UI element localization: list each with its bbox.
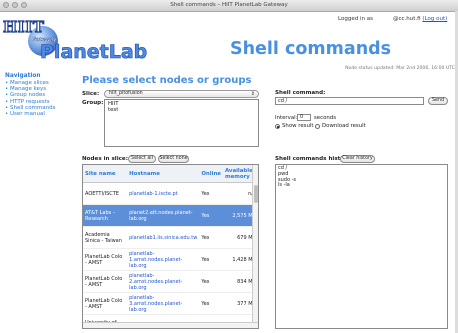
col-hostname[interactable]: Hostname: [127, 165, 200, 183]
cell-online: Yes: [199, 248, 223, 271]
select-arrows-icon: ⇕: [250, 91, 255, 97]
cell-online: Yes: [199, 270, 223, 293]
interval-label: Interval:: [275, 115, 298, 121]
cell-online: Yes: [199, 182, 223, 205]
logout-link[interactable]: (Log out): [422, 16, 447, 22]
logo-hiit: HIIT: [2, 17, 45, 36]
nav-title: Navigation: [5, 73, 41, 79]
nodes-table-container[interactable]: Site name Hostname Online Available memo…: [82, 164, 259, 329]
history-list[interactable]: cd / pwd sudo -s ls -la: [275, 164, 448, 329]
table-row[interactable]: PlanetLab Colo - AMST planetlab-3.amst.no…: [83, 292, 258, 315]
select-none-button[interactable]: Select none: [158, 155, 189, 163]
download-result-label: Download result: [322, 123, 366, 129]
col-online[interactable]: Online: [199, 165, 223, 183]
scrollbar-thumb[interactable]: [254, 185, 258, 203]
cell-hostname[interactable]: planetlab1.iis.sinica.edu.tw: [127, 226, 200, 249]
nodes-table-body: AOETTI/ISCTEplanetlab-1.iscte.ptYesn/aAT…: [83, 182, 258, 328]
history-item[interactable]: ls -la: [278, 183, 445, 189]
page-title: Shell commands: [230, 39, 392, 59]
table-row[interactable]: PlanetLab Colo - AMST planetlab-1.amst.no…: [83, 248, 258, 271]
group-option-test[interactable]: test: [107, 107, 256, 113]
table-row[interactable]: PlanetLab Colo - AMST planetlab-2.amst.no…: [83, 270, 258, 293]
table-row[interactable]: AT&T Labs – Research planet2.att.nodes.pl…: [83, 204, 258, 227]
slice-select-value: hiit_pitofusion: [109, 91, 143, 96]
vertical-scrollbar[interactable]: [252, 165, 258, 328]
show-result-label: Show result: [282, 123, 314, 129]
cell-site-name: AT&T Labs – Research: [83, 204, 128, 227]
cell-site-name: PlanetLab Colo - AMST: [83, 270, 128, 293]
nodes-label: Nodes in slice:: [82, 156, 128, 162]
group-label: Group:: [82, 100, 104, 106]
slice-select[interactable]: hiit_pitofusion ⇕: [104, 90, 259, 98]
nav-list: Manage slices Manage keys Group nodes HT…: [5, 80, 55, 117]
cell-online: Yes: [199, 204, 223, 227]
cell-hostname[interactable]: planet2.att.nodes.planet-lab.org: [127, 204, 200, 227]
cell-online: Yes: [199, 226, 223, 249]
slice-label: Slice:: [82, 91, 100, 97]
status-line: Node status updated: Mar 2nd 2006, 16:00…: [345, 66, 455, 71]
cell-site-name: Academia Sinica - Taiwan: [83, 226, 128, 249]
table-row[interactable]: AOETTI/ISCTEplanetlab-1.iscte.ptYesn/a: [83, 182, 258, 205]
col-site-name[interactable]: Site name: [83, 165, 128, 183]
user-name: @cc.hut.fi: [393, 16, 421, 22]
cell-hostname[interactable]: planetlab-1.iscte.pt: [127, 182, 200, 205]
shell-command-label: Shell command:: [275, 90, 326, 96]
cell-site-name: AOETTI/ISCTE: [83, 182, 128, 205]
user-info: @cc.hut.fi (Log out): [393, 16, 447, 22]
logo-planetlab: PlanetLab: [40, 41, 148, 64]
show-result-radio[interactable]: [275, 124, 280, 129]
cell-hostname[interactable]: planetlab-2.amst.nodes.planet-lab.org: [127, 270, 200, 293]
nodes-table: Site name Hostname Online Available memo…: [83, 165, 258, 328]
cell-site-name: PlanetLab Colo - AMST: [83, 292, 128, 315]
cell-site-name: PlanetLab Colo - AMST: [83, 248, 128, 271]
interval-input[interactable]: 0: [297, 114, 311, 121]
cell-hostname[interactable]: planetlab-1.amst.nodes.planet-lab.org: [127, 248, 200, 271]
download-result-radio[interactable]: [315, 124, 320, 129]
select-heading: Please select nodes or groups: [82, 75, 252, 86]
cell-hostname[interactable]: planetlab-3.amst.nodes.planet-lab.org: [127, 292, 200, 315]
clear-history-button[interactable]: Clear history: [340, 155, 375, 163]
seconds-label: seconds: [314, 115, 337, 121]
select-all-button[interactable]: Select all: [128, 155, 156, 163]
table-row[interactable]: Academia Sinica - Taiwan planetlab1.iis.s…: [83, 226, 258, 249]
shell-command-input[interactable]: cd /: [275, 97, 424, 105]
logged-in-label: Logged in as: [338, 16, 373, 22]
send-button[interactable]: Send: [428, 97, 448, 105]
window-title: Shell commands – HIIT PlanetLab Gateway: [170, 2, 288, 8]
interval-value: 0: [300, 114, 304, 120]
nav-item-user-manual[interactable]: User manual: [5, 111, 55, 117]
horizontal-scrollbar[interactable]: [83, 322, 258, 328]
cell-online: Yes: [199, 292, 223, 315]
group-list[interactable]: HIIT test: [104, 99, 259, 147]
